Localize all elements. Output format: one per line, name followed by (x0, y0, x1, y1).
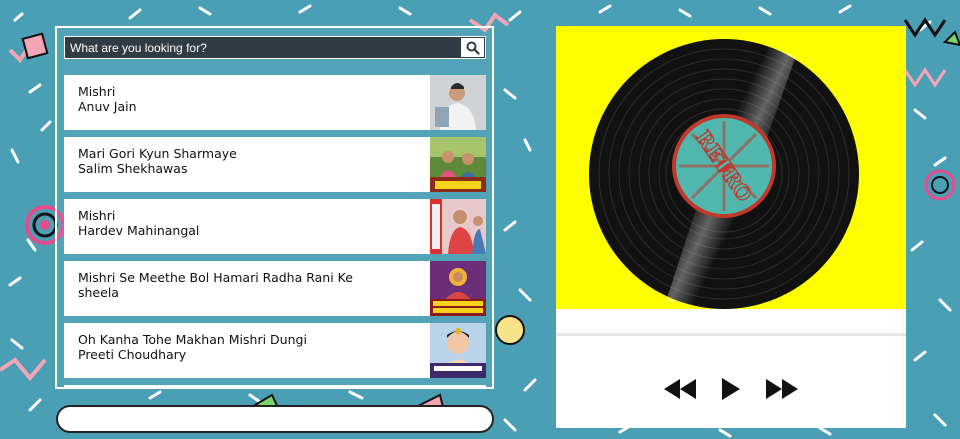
song-title: Mishri (78, 84, 116, 99)
fast-forward-icon (766, 379, 798, 399)
previous-button[interactable] (662, 377, 698, 401)
list-item[interactable]: Mishri Se Meethe Bol Hamari Radha Rani K… (64, 261, 486, 316)
search-button[interactable] (460, 37, 485, 58)
search-results-list: Mishri Anuv Jain Mari Gori Kyun Sharmaye… (64, 75, 486, 387)
result-text: Mari Gori Kyun Sharmaye Salim Shekhawas (64, 137, 430, 192)
next-button[interactable] (764, 377, 800, 401)
search-panel: Mishri Anuv Jain Mari Gori Kyun Sharmaye… (55, 26, 494, 389)
song-title: Mishri (78, 208, 116, 223)
song-title: Oh Kanha Tohe Makhan Mishri Dungi (78, 332, 307, 347)
result-text: Mishri Hardev Mahinangal (64, 199, 430, 254)
song-artist: sheela (78, 285, 119, 300)
album-art: RETRO (556, 26, 906, 309)
result-text: Oh Kanha Tohe Makhan Mishri Dungi Preeti… (64, 323, 430, 378)
song-artist: Anuv Jain (78, 99, 137, 114)
music-player: RETRO (556, 26, 906, 428)
play-button[interactable] (720, 376, 742, 402)
song-artist: Salim Shekhawas (78, 161, 188, 176)
search-icon (466, 41, 480, 55)
list-item[interactable]: Mishri Anuv Jain (64, 75, 486, 130)
album-thumbnail (430, 323, 486, 378)
album-thumbnail (430, 75, 486, 130)
search-input[interactable] (65, 37, 460, 58)
result-text: Mishri Se Meethe Bol Hamari Radha Rani K… (64, 261, 430, 316)
list-item[interactable]: Mari Gori Kyun Sharmaye Salim Shekhawas (64, 137, 486, 192)
rewind-icon (664, 379, 696, 399)
player-controls (556, 371, 906, 407)
progress-bar[interactable] (56, 405, 494, 433)
search-bar (64, 36, 486, 59)
divider (556, 333, 906, 336)
album-thumbnail (430, 261, 486, 316)
list-item[interactable]: Oh Kanha Tohe Makhan Mishri Dungi Preeti… (64, 323, 486, 378)
album-thumbnail (430, 137, 486, 192)
list-item[interactable] (64, 385, 486, 387)
song-artist: Preeti Choudhary (78, 347, 187, 362)
song-title: Mari Gori Kyun Sharmaye (78, 146, 237, 161)
play-icon (722, 378, 740, 400)
song-artist: Hardev Mahinangal (78, 223, 200, 238)
song-title: Mishri Se Meethe Bol Hamari Radha Rani K… (78, 270, 353, 285)
vinyl-record: RETRO (589, 39, 859, 309)
result-text: Mishri Anuv Jain (64, 75, 430, 130)
list-item[interactable]: Mishri Hardev Mahinangal (64, 199, 486, 254)
album-thumbnail (430, 199, 486, 254)
